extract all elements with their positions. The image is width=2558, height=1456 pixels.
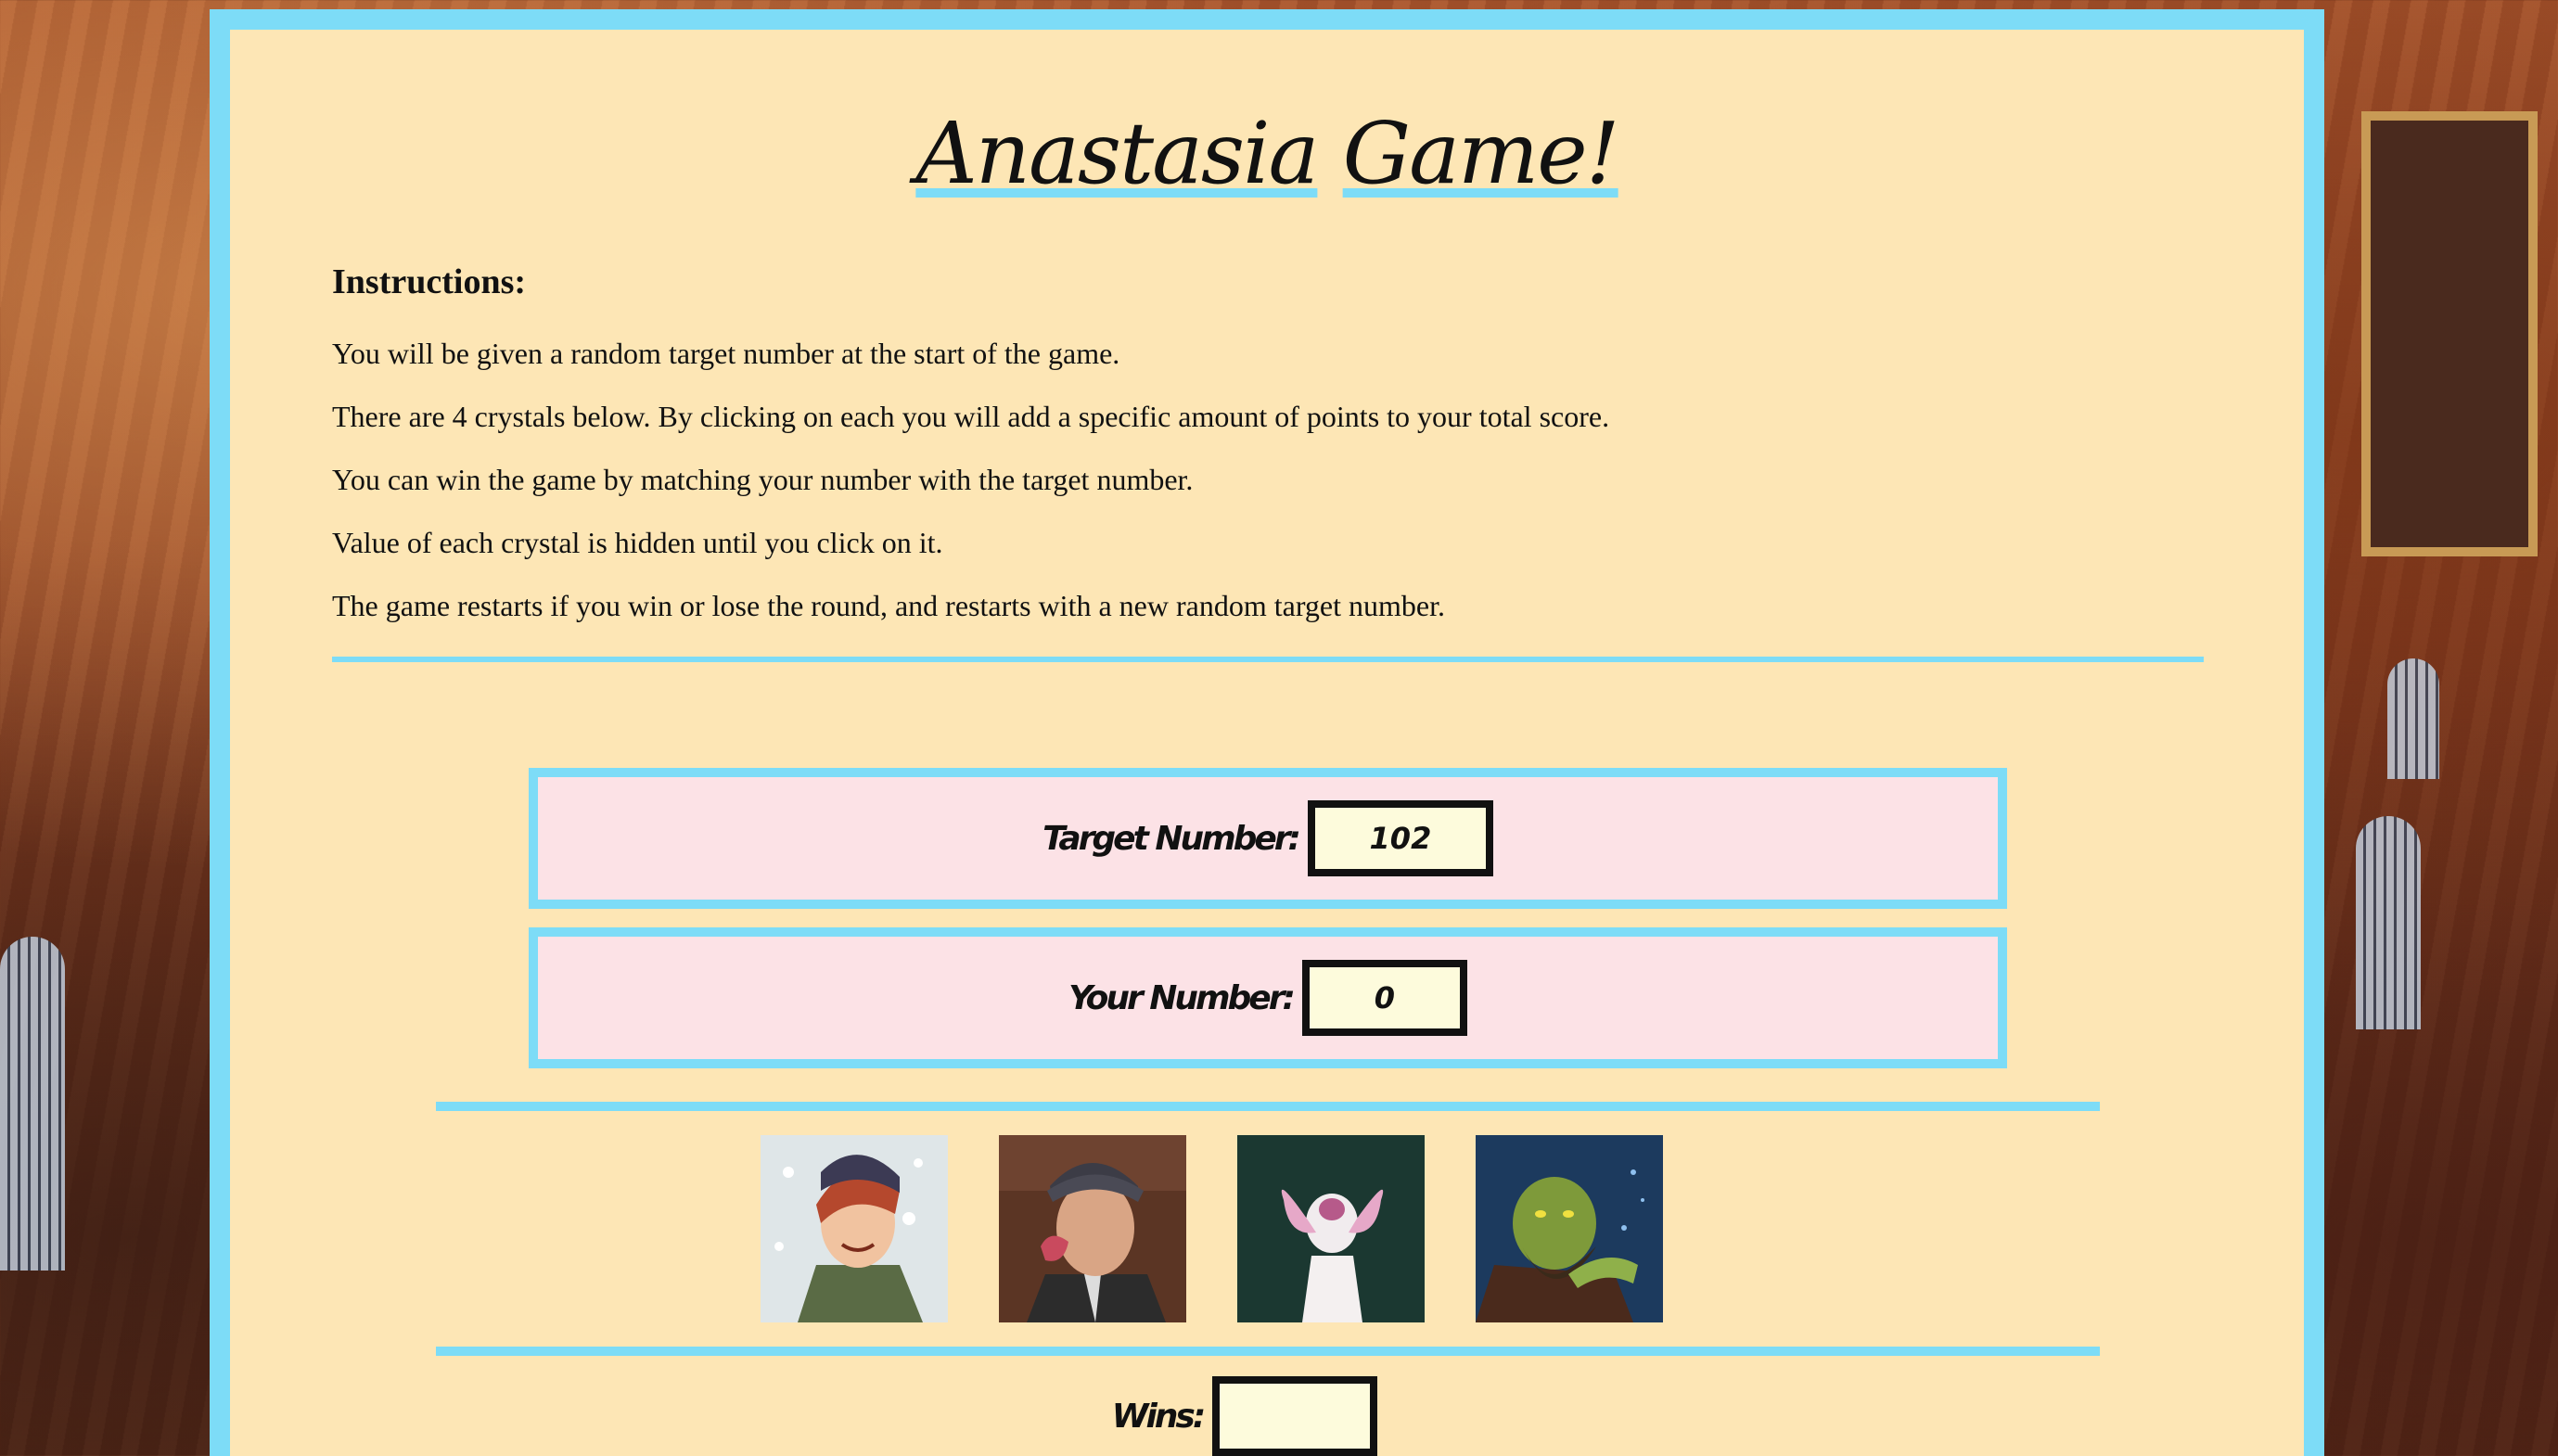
title-word-anastasia: Anastasia (915, 104, 1319, 203)
title-word-game: Game! (1342, 104, 1620, 203)
target-number-value: 102 (1307, 800, 1493, 876)
game-panel: Anastasia Game! Instructions: You will b… (210, 9, 2324, 1456)
background-painting (2361, 111, 2538, 556)
crystal-row (230, 1135, 2304, 1322)
background-window-right-2 (2356, 816, 2421, 1029)
instruction-line-2: There are 4 crystals below. By clicking … (332, 400, 1610, 433)
dimitri-crystal-icon[interactable] (999, 1135, 1186, 1322)
rasputin-crystal-icon[interactable] (1476, 1135, 1663, 1322)
wins-value (1212, 1376, 1378, 1456)
bartok-crystal-icon[interactable] (1237, 1135, 1425, 1322)
wins-row: Wins: (230, 1376, 2304, 1456)
instructions-section: Instructions: You will be given a random… (332, 262, 2206, 653)
background-window-right-1 (2387, 658, 2439, 779)
instruction-line-3: You can win the game by matching your nu… (332, 463, 1194, 496)
crystals-bottom-divider (436, 1347, 2100, 1356)
background-window-left (0, 937, 65, 1271)
your-number-label: Your Number: (1068, 978, 1296, 1017)
instruction-line-5: The game restarts if you win or lose the… (332, 589, 1445, 622)
target-number-label: Target Number: (1042, 819, 1301, 858)
anastasia-crystal-icon[interactable] (761, 1135, 948, 1322)
instruction-line-4: Value of each crystal is hidden until yo… (332, 526, 943, 559)
instructions-divider (332, 657, 2204, 662)
instructions-heading: Instructions: (332, 262, 527, 301)
your-number-box: Your Number: 0 (529, 927, 2007, 1068)
your-number-value: 0 (1301, 960, 1467, 1036)
target-number-box: Target Number: 102 (529, 768, 2007, 909)
page-title: Anastasia Game! (230, 104, 2304, 203)
wins-label: Wins: (1111, 1397, 1207, 1436)
crystals-top-divider (436, 1102, 2100, 1111)
instruction-line-1: You will be given a random target number… (332, 337, 1120, 370)
